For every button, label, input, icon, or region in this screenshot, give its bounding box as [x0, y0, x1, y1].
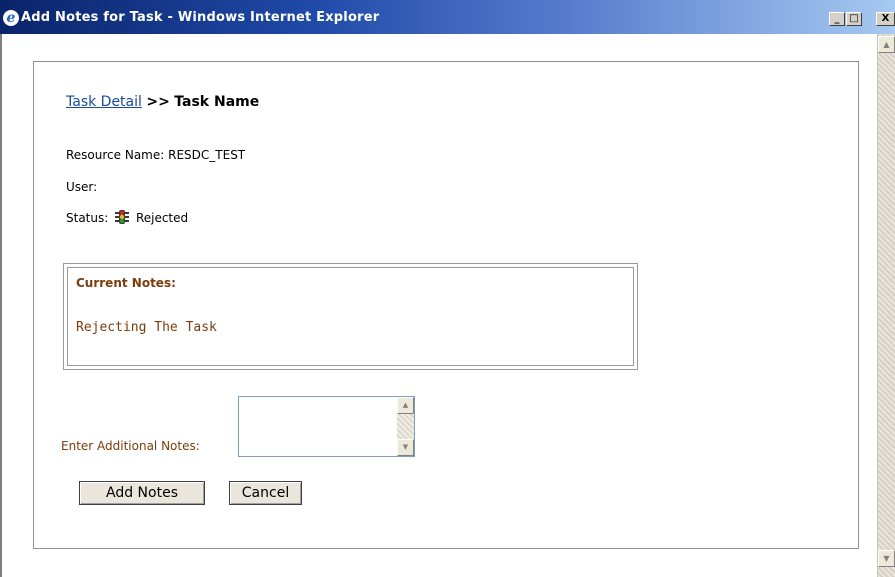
additional-notes-textarea[interactable]: ▲ ▼ — [238, 396, 415, 457]
title-bar[interactable]: e Add Notes for Task - Windows Internet … — [0, 0, 895, 34]
minimize-button[interactable]: _ — [829, 12, 845, 26]
breadcrumb-link-task-detail[interactable]: Task Detail — [66, 94, 142, 110]
status-row: Status: Rejected — [66, 210, 188, 226]
status-value: Rejected — [135, 211, 189, 225]
textarea-scroll-down-arrow[interactable]: ▼ — [397, 439, 414, 456]
close-button[interactable]: X — [876, 12, 895, 26]
resource-name-row: Resource Name: RESDC_TEST — [66, 147, 245, 163]
current-notes-box: Current Notes: Rejecting The Task — [63, 263, 638, 370]
breadcrumb-separator: >> — [146, 94, 170, 110]
window-title: Add Notes for Task - Windows Internet Ex… — [21, 10, 380, 25]
user-label: User: — [66, 180, 98, 194]
breadcrumb: Task Detail >> Task Name — [66, 93, 259, 111]
scroll-up-arrow[interactable]: ▲ — [878, 36, 895, 53]
resource-name-value: RESDC_TEST — [168, 148, 246, 162]
textarea-scrollbar[interactable]: ▲ ▼ — [397, 397, 414, 456]
internet-explorer-icon: e — [3, 10, 19, 26]
status-label: Status: — [66, 211, 109, 225]
cancel-button[interactable]: Cancel — [229, 481, 302, 505]
scroll-down-arrow[interactable]: ▼ — [878, 550, 895, 567]
breadcrumb-current: Task Name — [174, 94, 260, 110]
ie-window: e Add Notes for Task - Windows Internet … — [0, 0, 895, 577]
resource-name-label: Resource Name: — [66, 148, 165, 162]
user-row: User: — [66, 179, 97, 195]
additional-notes-label: Enter Additional Notes: — [61, 439, 200, 453]
traffic-light-icon — [115, 210, 130, 224]
textarea-scroll-up-arrow[interactable]: ▲ — [397, 397, 414, 414]
current-notes-inner: Current Notes: Rejecting The Task — [67, 267, 634, 366]
vertical-scrollbar[interactable]: ▲ ▼ — [877, 34, 895, 577]
maximize-button[interactable]: □ — [846, 12, 862, 26]
current-notes-label: Current Notes: — [76, 276, 176, 290]
add-notes-button[interactable]: Add Notes — [79, 481, 205, 505]
current-notes-text: Rejecting The Task — [76, 320, 217, 335]
